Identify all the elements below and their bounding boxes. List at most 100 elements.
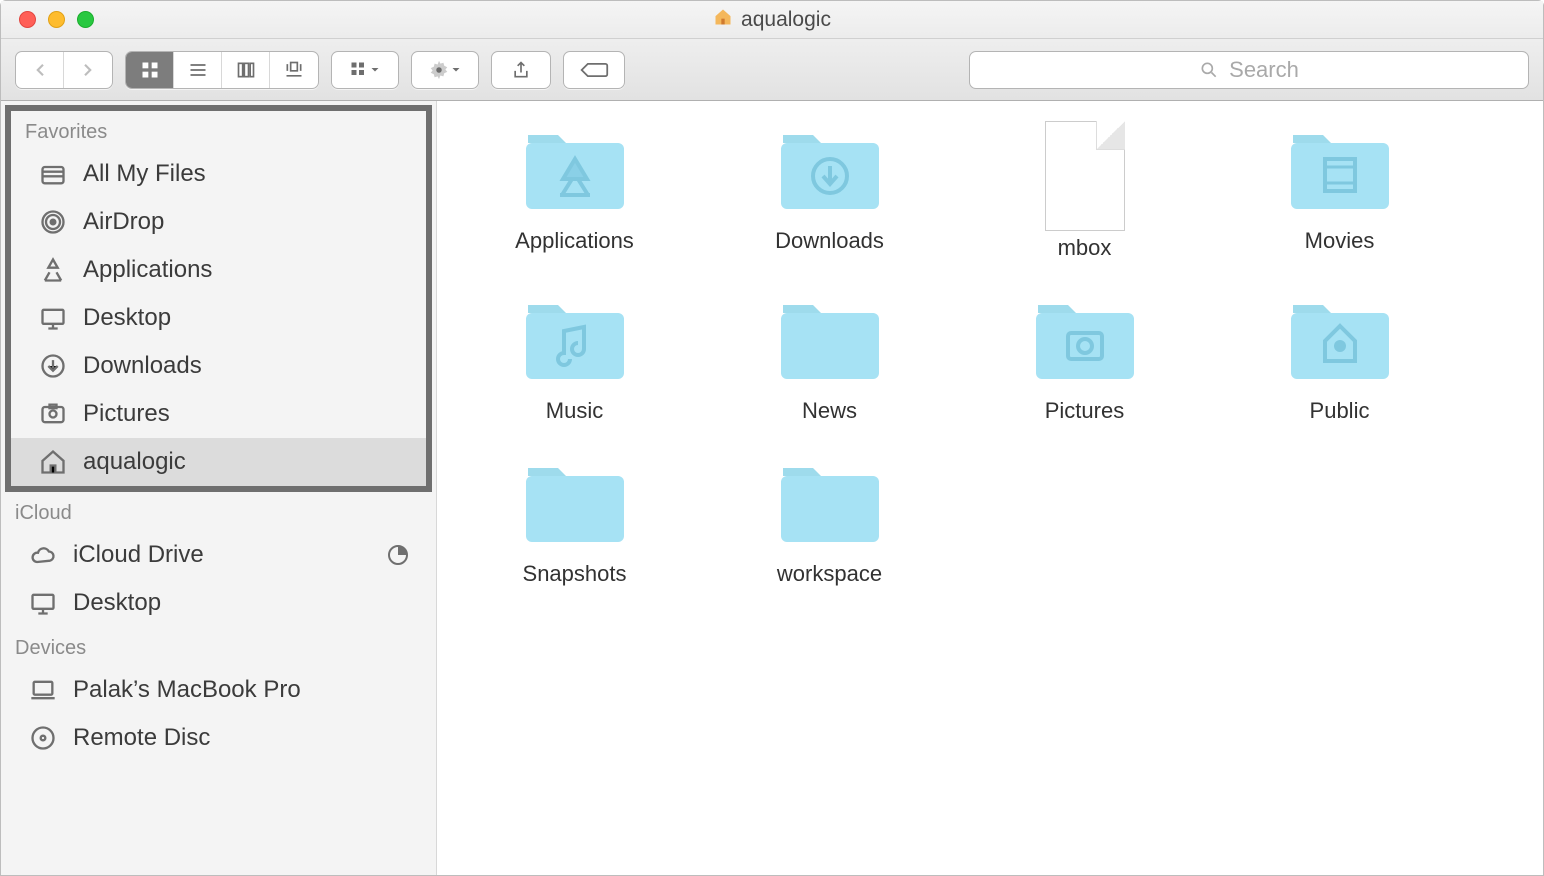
home-icon [37, 446, 69, 478]
file-label: workspace [777, 561, 882, 587]
disc-icon [27, 722, 59, 754]
chevron-down-icon [369, 64, 381, 76]
file-label: Downloads [775, 228, 884, 254]
sidebar-item-palak-s-macbook-pro[interactable]: Palak’s MacBook Pro [1, 666, 436, 714]
sidebar-item-label: All My Files [83, 160, 206, 188]
arrange-button[interactable] [332, 52, 398, 88]
coverflow-view-button[interactable] [270, 52, 318, 88]
search-icon [1199, 60, 1219, 80]
sidebar-item-label: Remote Disc [73, 724, 210, 752]
folder-icon [775, 291, 885, 388]
sidebar-item-label: Downloads [83, 352, 202, 380]
file-label: Snapshots [523, 561, 627, 587]
desktop-icon [37, 302, 69, 334]
icon-view-button[interactable] [126, 52, 174, 88]
tags-button[interactable] [564, 52, 624, 88]
tags-button-group [563, 51, 625, 89]
file-item[interactable]: Music [457, 291, 692, 424]
applications-icon [37, 254, 69, 286]
nav-buttons [15, 51, 113, 89]
file-label: News [802, 398, 857, 424]
sidebar-item-label: iCloud Drive [73, 541, 204, 569]
file-label: Music [546, 398, 603, 424]
forward-button[interactable] [64, 52, 112, 88]
file-item[interactable]: News [712, 291, 947, 424]
window-zoom-button[interactable] [77, 11, 94, 28]
sidebar-item-icloud-drive[interactable]: iCloud Drive [1, 531, 436, 579]
titlebar: aqualogic [1, 1, 1543, 39]
list-view-button[interactable] [174, 52, 222, 88]
document-icon [1045, 121, 1125, 231]
all-my-files-icon [37, 158, 69, 190]
share-button-group [491, 51, 551, 89]
toolbar: Search [1, 39, 1543, 101]
sidebar-item-desktop[interactable]: Desktop [11, 294, 426, 342]
sidebar-item-label: aqualogic [83, 448, 186, 476]
folder-icon [520, 454, 630, 551]
sidebar-item-label: Desktop [73, 589, 161, 617]
sidebar-item-label: AirDrop [83, 208, 164, 236]
window-title: aqualogic [1, 7, 1543, 33]
file-item[interactable]: Public [1222, 291, 1457, 424]
sidebar-item-label: Pictures [83, 400, 170, 428]
search-field[interactable]: Search [969, 51, 1529, 89]
file-label: Public [1310, 398, 1370, 424]
sidebar-section-label: iCloud [1, 492, 436, 531]
sidebar-item-all-my-files[interactable]: All My Files [11, 150, 426, 198]
folder-icon [1030, 291, 1140, 388]
window-minimize-button[interactable] [48, 11, 65, 28]
airdrop-icon [37, 206, 69, 238]
sidebar-item-aqualogic[interactable]: aqualogic [11, 438, 426, 486]
tag-icon [579, 60, 609, 80]
window-close-button[interactable] [19, 11, 36, 28]
sidebar-item-applications[interactable]: Applications [11, 246, 426, 294]
desktop-icon [27, 587, 59, 619]
sidebar-item-desktop[interactable]: Desktop [1, 579, 436, 627]
file-label: mbox [1058, 235, 1112, 261]
file-item[interactable]: Pictures [967, 291, 1202, 424]
content-area: Applications Downloadsmbox Movies Music … [437, 101, 1543, 875]
sidebar: Favorites All My Files AirDrop Applications… [1, 101, 437, 875]
file-item[interactable]: mbox [967, 121, 1202, 261]
search-placeholder: Search [1229, 57, 1299, 83]
pictures-icon [37, 398, 69, 430]
share-icon [511, 59, 531, 81]
window-title-text: aqualogic [741, 8, 831, 32]
sidebar-item-remote-disc[interactable]: Remote Disc [1, 714, 436, 762]
sidebar-item-label: Palak’s MacBook Pro [73, 676, 301, 704]
downloads-icon [37, 350, 69, 382]
folder-icon [520, 291, 630, 388]
sidebar-item-label: Desktop [83, 304, 171, 332]
home-icon [713, 7, 733, 33]
folder-icon [775, 121, 885, 218]
action-button-group [411, 51, 479, 89]
file-label: Applications [515, 228, 634, 254]
sidebar-item-airdrop[interactable]: AirDrop [11, 198, 426, 246]
sidebar-item-label: Applications [83, 256, 212, 284]
icloud-progress-icon [384, 541, 412, 569]
file-label: Movies [1305, 228, 1375, 254]
file-label: Pictures [1045, 398, 1124, 424]
file-item[interactable]: Downloads [712, 121, 947, 261]
laptop-icon [27, 674, 59, 706]
sidebar-item-downloads[interactable]: Downloads [11, 342, 426, 390]
sidebar-section-label: Devices [1, 627, 436, 666]
action-button[interactable] [412, 52, 478, 88]
sidebar-item-pictures[interactable]: Pictures [11, 390, 426, 438]
file-item[interactable]: workspace [712, 454, 947, 587]
view-mode-buttons [125, 51, 319, 89]
cloud-icon [27, 539, 59, 571]
column-view-button[interactable] [222, 52, 270, 88]
window-controls [1, 11, 94, 28]
chevron-down-icon [450, 64, 462, 76]
folder-icon [1285, 291, 1395, 388]
share-button[interactable] [492, 52, 550, 88]
file-item[interactable]: Snapshots [457, 454, 692, 587]
file-item[interactable]: Movies [1222, 121, 1457, 261]
file-item[interactable]: Applications [457, 121, 692, 261]
folder-icon [1285, 121, 1395, 218]
folder-icon [775, 454, 885, 551]
sidebar-section-label: Favorites [11, 111, 426, 150]
back-button[interactable] [16, 52, 64, 88]
folder-icon [520, 121, 630, 218]
